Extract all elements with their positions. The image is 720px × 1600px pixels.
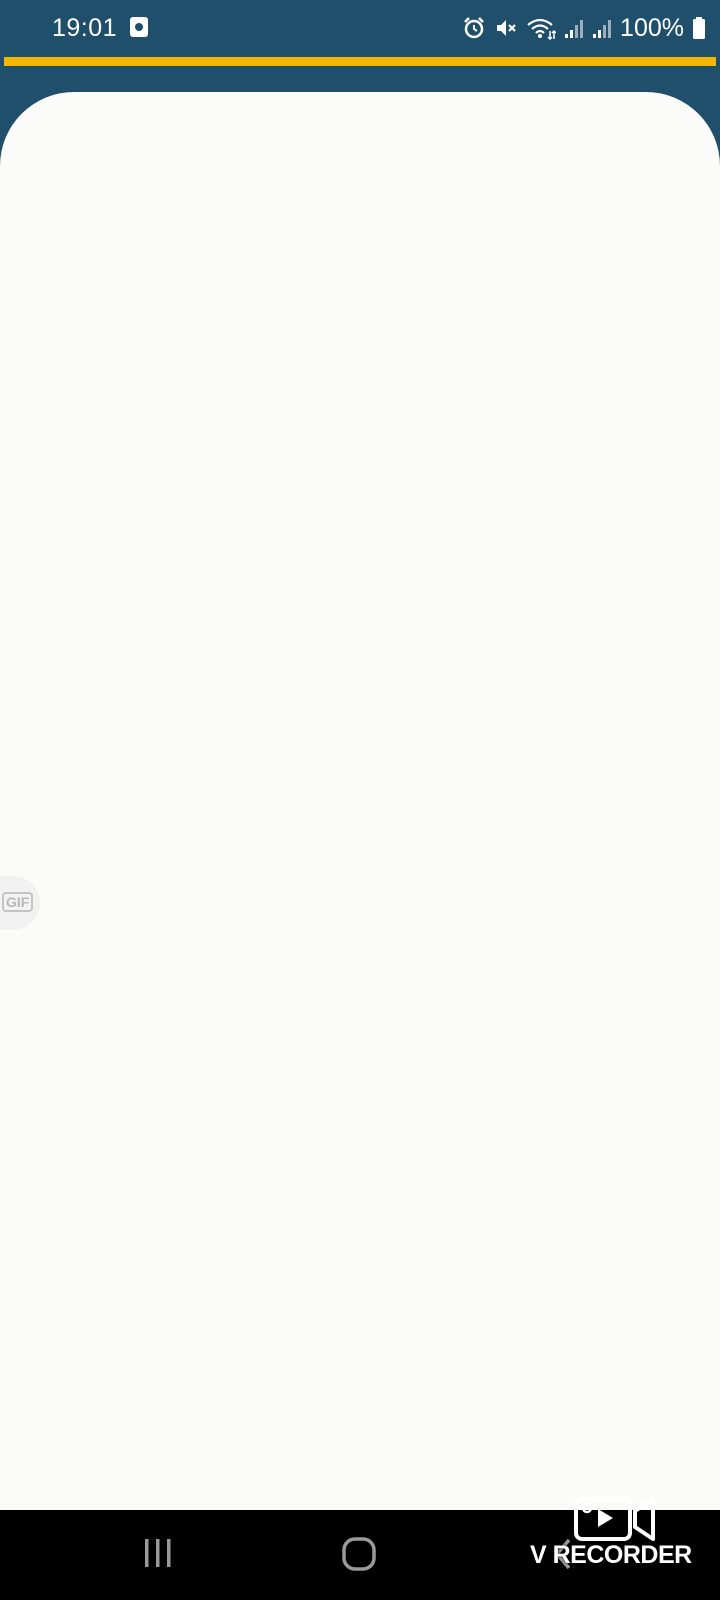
home-icon[interactable] — [341, 1536, 377, 1572]
recorder-watermark: V RECORDER — [528, 1485, 713, 1585]
mute-icon — [497, 20, 516, 36]
content-card — [0, 92, 720, 1512]
wifi-icon — [527, 18, 557, 40]
video-recorder-logo-icon — [574, 1497, 655, 1541]
battery-percent: 100% — [620, 13, 684, 42]
battery-icon — [693, 17, 705, 39]
status-icons: 100% — [462, 12, 706, 44]
status-time: 19:01 — [52, 14, 118, 42]
alarm-icon — [464, 17, 484, 39]
gif-label: GIF — [2, 892, 34, 912]
accent-progress-bar — [4, 57, 716, 66]
signal-icon-2 — [593, 20, 612, 38]
status-bar: 19:01 100% — [0, 0, 720, 56]
recent-apps-icon[interactable] — [143, 1537, 173, 1569]
screen-recorder-icon — [130, 17, 148, 37]
recorder-watermark-text: V RECORDER — [530, 1541, 692, 1569]
phone-screen: 19:01 100% GIF V RECORDER — [0, 0, 720, 1600]
signal-icon — [565, 20, 584, 38]
